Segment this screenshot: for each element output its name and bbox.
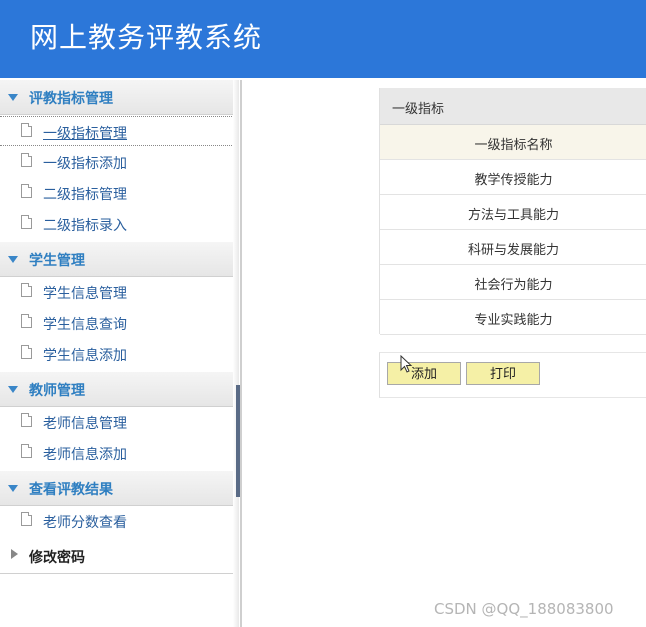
sidebar-item-label: 二级指标录入 [43,218,127,234]
expanded-arrow-icon [8,386,18,393]
app-header: 网上教务评教系统 [0,0,646,78]
sidebar-group-label: 评教指标管理 [29,91,113,107]
sidebar-item-teacher-info-add[interactable]: 老师信息添加 [0,438,236,468]
table-row: 专业实践能力 [380,300,646,335]
table-cell: 科研与发展能力 [467,243,559,258]
sidebar-item-label: 学生信息查询 [43,317,127,333]
button-bar: 添加 打印 [379,352,646,398]
panel-divider[interactable] [240,80,242,627]
document-icon [21,283,32,297]
column-header: 一级指标名称 [474,138,553,153]
sidebar-group-evaluation-results[interactable]: 查看评教结果 [0,471,236,506]
table-header-row: 一级指标名称 [380,125,646,160]
document-icon [21,413,32,427]
sidebar-item-level1-index-add[interactable]: 一级指标添加 [0,147,236,177]
document-icon [21,444,32,458]
sidebar-item-teacher-score-view[interactable]: 老师分数查看 [0,506,236,536]
app-title: 网上教务评教系统 [30,21,263,54]
sidebar-item-student-info-manage[interactable]: 学生信息管理 [0,277,236,307]
print-button[interactable]: 打印 [466,362,540,385]
level1-index-table: 一级指标 一级指标名称 教学传授能力 方法与工具能力 科研与发展能力 社会行为能… [379,88,646,335]
expanded-arrow-icon [8,94,18,101]
sidebar-scrollbar[interactable] [236,385,240,497]
sidebar-group-teacher-manage[interactable]: 教师管理 [0,372,236,407]
sidebar-shadow [233,80,239,627]
table-row: 方法与工具能力 [380,195,646,230]
add-button[interactable]: 添加 [387,362,461,385]
mouse-cursor-icon [400,355,413,373]
table-cell: 专业实践能力 [474,313,553,328]
sidebar-item-label: 学生信息管理 [43,286,127,302]
sidebar-item-label: 老师信息添加 [43,447,127,463]
sidebar-item-student-info-query[interactable]: 学生信息查询 [0,308,236,338]
table-cell: 方法与工具能力 [467,208,559,223]
sidebar-group-student-manage[interactable]: 学生管理 [0,242,236,277]
sidebar-item-label: 一级指标添加 [43,156,127,172]
sidebar-item-teacher-info-manage[interactable]: 老师信息管理 [0,407,236,437]
sidebar-item-level2-index-entry[interactable]: 二级指标录入 [0,209,236,239]
table-title: 一级指标 [392,102,445,117]
expanded-arrow-icon [8,256,18,263]
sidebar-group-label: 教师管理 [29,383,85,399]
collapsed-arrow-icon [11,549,18,559]
sidebar-item-level1-index-manage[interactable]: 一级指标管理 [0,116,236,146]
sidebar-item-label: 二级指标管理 [43,187,127,203]
table-title-bar: 一级指标 [380,88,646,125]
sidebar-item-level2-index-manage[interactable]: 二级指标管理 [0,178,236,208]
sidebar-group-evaluation-index[interactable]: 评教指标管理 [0,80,236,115]
sidebar-group-label: 修改密码 [29,550,85,566]
document-icon [21,184,32,198]
sidebar-group-change-password[interactable]: 修改密码 [0,539,236,574]
document-icon [21,123,32,137]
document-icon [21,215,32,229]
table-cell: 社会行为能力 [474,278,553,293]
sidebar-item-label: 老师信息管理 [43,416,127,432]
sidebar-group-label: 学生管理 [29,253,85,269]
document-icon [21,512,32,526]
sidebar-item-label: 老师分数查看 [43,515,127,531]
table-row: 科研与发展能力 [380,230,646,265]
document-icon [21,314,32,328]
sidebar-item-student-info-add[interactable]: 学生信息添加 [0,339,236,369]
expanded-arrow-icon [8,485,18,492]
sidebar-item-label: 学生信息添加 [43,348,127,364]
sidebar-item-label: 一级指标管理 [43,126,127,142]
sidebar: 评教指标管理 一级指标管理 一级指标添加 二级指标管理 二级指标录入 学生管理 … [0,80,237,627]
watermark: CSDN @QQ_188083800 [434,600,614,618]
table-row: 社会行为能力 [380,265,646,300]
document-icon [21,345,32,359]
document-icon [21,153,32,167]
table-row: 教学传授能力 [380,160,646,195]
table-cell: 教学传授能力 [474,173,553,188]
sidebar-group-label: 查看评教结果 [29,482,113,498]
